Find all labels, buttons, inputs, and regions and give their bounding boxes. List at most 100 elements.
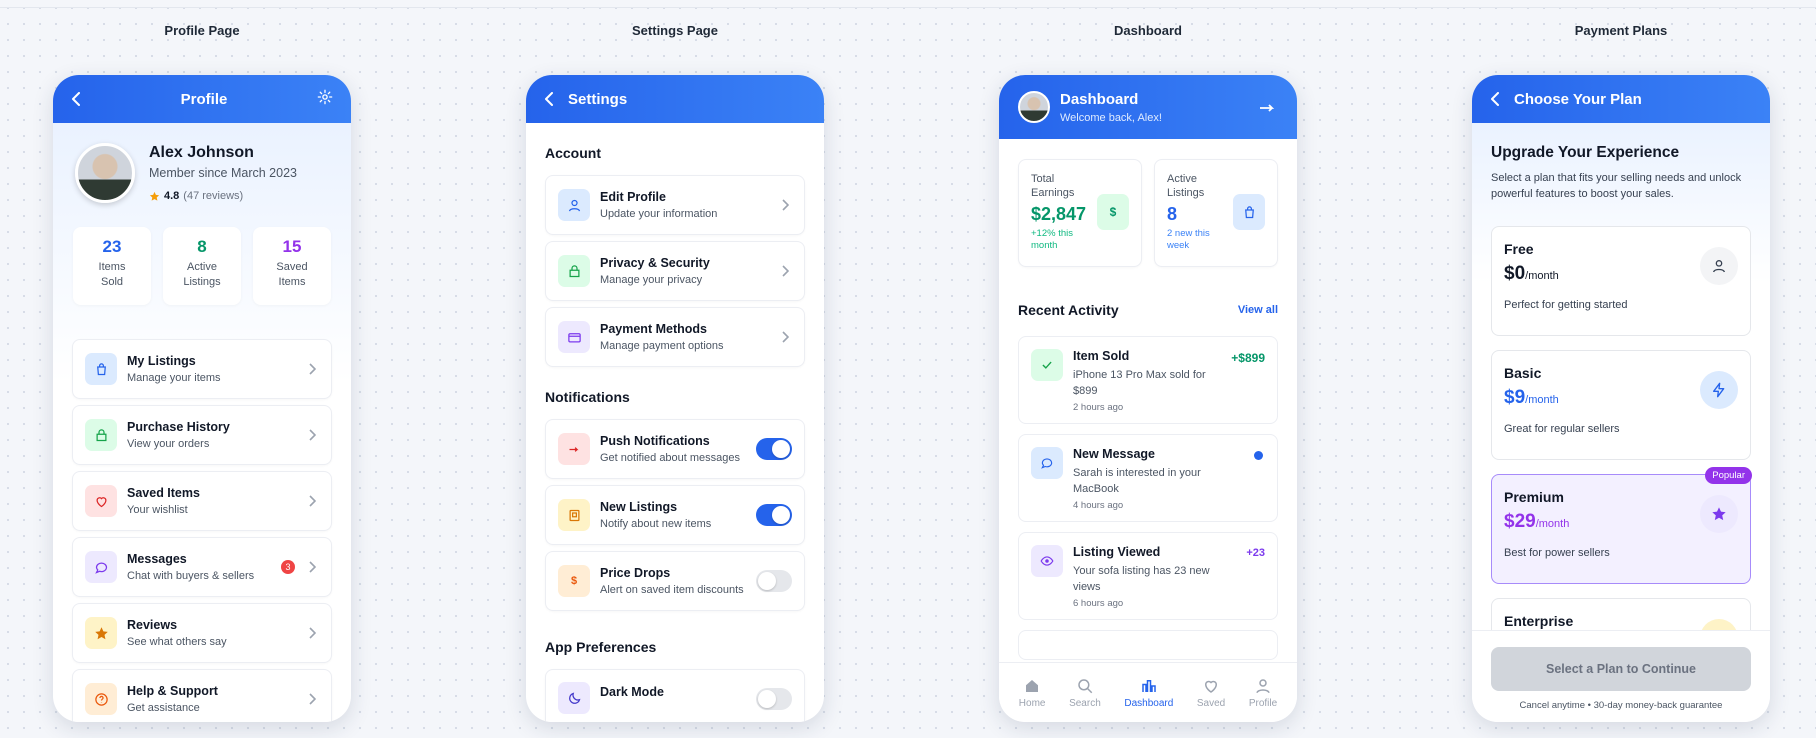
avatar[interactable] [75, 143, 135, 203]
chevron-right-icon [778, 331, 792, 343]
check-icon [1031, 349, 1063, 381]
active-listings-card: Active Listings 8 2 new this week [1154, 159, 1278, 267]
activity-item-partial [1018, 630, 1278, 660]
dark-mode-toggle[interactable] [756, 688, 792, 710]
activity-amount: +$899 [1231, 351, 1265, 365]
star-icon [85, 617, 117, 649]
activity-item-message[interactable]: New Message Sarah is interested in your … [1018, 434, 1278, 522]
plan-card-free[interactable]: Free $0/month Perfect for getting starte… [1491, 226, 1751, 336]
settings-item-subtitle: Manage payment options [600, 340, 724, 352]
review-count: (47 reviews) [183, 190, 244, 202]
activity-title: New Message [1073, 447, 1155, 461]
plan-period: /month [1535, 518, 1570, 530]
activity-item-sold[interactable]: Item Sold iPhone 13 Pro Max sold for $89… [1018, 336, 1278, 424]
bell-icon [558, 433, 590, 465]
settings-content: Account Edit Profile Update your informat… [526, 123, 824, 722]
settings-item-privacy-security[interactable]: Privacy & Security Manage your privacy [545, 241, 805, 301]
help-icon [85, 683, 117, 715]
settings-item-payment-methods[interactable]: Payment Methods Manage payment options [545, 307, 805, 367]
settings-item-push-notifications: Push Notifications Get notified about mes… [545, 419, 805, 479]
nav-saved[interactable]: Saved [1197, 677, 1225, 709]
stat-label: Active [187, 261, 217, 273]
menu-item-my-listings[interactable]: My Listings Manage your items [72, 339, 332, 399]
page-title: Profile [180, 90, 228, 108]
back-icon[interactable] [1490, 92, 1510, 106]
profile-screen: Profile Alex Johnson Member since March … [53, 75, 351, 722]
plan-period: /month [1525, 270, 1559, 282]
gear-icon[interactable] [317, 89, 333, 110]
profile-name: Alex Johnson [149, 144, 254, 161]
earnings-card: Total Earnings $2,847 +12% this month $ [1018, 159, 1142, 267]
menu-item-messages[interactable]: Messages Chat with buyers & sellers 3 [72, 537, 332, 597]
stat-value: 15 [282, 237, 302, 256]
screen-label-settings: Settings Page [632, 23, 718, 38]
stat-label: Sold [100, 276, 124, 288]
bottom-nav: Home Search Dashboard Saved Profile [999, 662, 1297, 722]
select-plan-button[interactable]: Select a Plan to Continue [1491, 647, 1751, 691]
price-drops-toggle[interactable] [756, 570, 792, 592]
new-listings-toggle[interactable] [756, 504, 792, 526]
earnings-delta: +12% this [1031, 228, 1073, 239]
nav-dashboard[interactable]: Dashboard [1124, 677, 1173, 709]
stat-saved-items: 15 Saved Items [253, 227, 331, 305]
nav-label: Search [1069, 697, 1101, 709]
back-icon[interactable] [71, 92, 91, 106]
chevron-right-icon [305, 693, 319, 705]
settings-item-title: Privacy & Security [600, 256, 710, 270]
dashboard-icon [1142, 679, 1156, 692]
chat-icon [1031, 447, 1063, 479]
menu-item-subtitle: Get assistance [127, 702, 200, 714]
menu-item-purchase-history[interactable]: Purchase History View your orders [72, 405, 332, 465]
menu-item-title: Purchase History [127, 420, 230, 434]
star-icon [1700, 495, 1738, 533]
view-all-link[interactable]: View all [1238, 304, 1278, 316]
nav-search[interactable]: Search [1069, 677, 1101, 709]
push-notifications-toggle[interactable] [756, 438, 792, 460]
menu-item-subtitle: Your wishlist [127, 504, 188, 516]
shopping-bag-icon [1233, 194, 1265, 230]
menu-item-subtitle: Chat with buyers & sellers [127, 570, 255, 582]
nav-profile[interactable]: Profile [1249, 677, 1277, 709]
back-icon[interactable] [544, 92, 564, 106]
menu-item-title: Messages [127, 552, 187, 566]
menu-item-title: Help & Support [127, 684, 218, 698]
nav-home[interactable]: Home [1019, 677, 1045, 709]
payment-header: Choose Your Plan [1472, 75, 1770, 123]
activity-time: 2 hours ago [1073, 402, 1124, 413]
listings-delta: week [1167, 240, 1190, 251]
welcome-text: Welcome back, Alex! [1060, 111, 1162, 124]
stat-label: Saved [276, 261, 308, 273]
settings-item-title: Push Notifications [600, 434, 710, 448]
plan-card-basic[interactable]: Basic $9/month Great for regular sellers [1491, 350, 1751, 460]
payment-footer: Select a Plan to Continue Cancel anytime… [1472, 630, 1770, 722]
activity-time: 6 hours ago [1073, 598, 1124, 609]
earnings-delta: month [1031, 240, 1058, 251]
settings-item-title: Price Drops [600, 566, 671, 580]
menu-item-help-support[interactable]: Help & Support Get assistance [72, 669, 332, 722]
stat-active-listings: 8 Active Listings [163, 227, 241, 305]
guarantee-text: Cancel anytime • 30-day money-back guara… [1519, 700, 1723, 711]
plan-description: Great for regular sellers [1504, 423, 1620, 435]
profile-header: Profile [53, 75, 351, 123]
settings-item-edit-profile[interactable]: Edit Profile Update your information [545, 175, 805, 235]
profile-menu: My Listings Manage your items Purchase Hi… [72, 339, 332, 722]
settings-item-subtitle: Notify about new items [600, 518, 712, 530]
menu-item-reviews[interactable]: Reviews See what others say [72, 603, 332, 663]
activity-time: 4 hours ago [1073, 500, 1124, 511]
user-icon [1256, 678, 1270, 693]
plan-card-premium[interactable]: Premium $29/month Best for power sellers… [1491, 467, 1752, 584]
activity-description: Your sofa listing has 23 new views [1073, 565, 1210, 593]
nav-label: Profile [1248, 697, 1278, 709]
activity-description: iPhone 13 Pro Max sold for $899 [1073, 369, 1206, 397]
settings-item-new-listings: New Listings Notify about new items [545, 485, 805, 545]
stat-label: Items [98, 261, 126, 273]
menu-item-subtitle: Manage your items [127, 372, 221, 384]
activity-amount: +23 [1246, 547, 1265, 559]
notification-icon[interactable] [1259, 101, 1275, 119]
menu-item-saved-items[interactable]: Saved Items Your wishlist [72, 471, 332, 531]
nav-label: Dashboard [1124, 697, 1174, 709]
avatar[interactable] [1018, 91, 1050, 123]
search-icon [1078, 678, 1093, 693]
menu-item-title: Saved Items [127, 486, 200, 500]
activity-item-listing-viewed[interactable]: Listing Viewed Your sofa listing has 23 … [1018, 532, 1278, 620]
